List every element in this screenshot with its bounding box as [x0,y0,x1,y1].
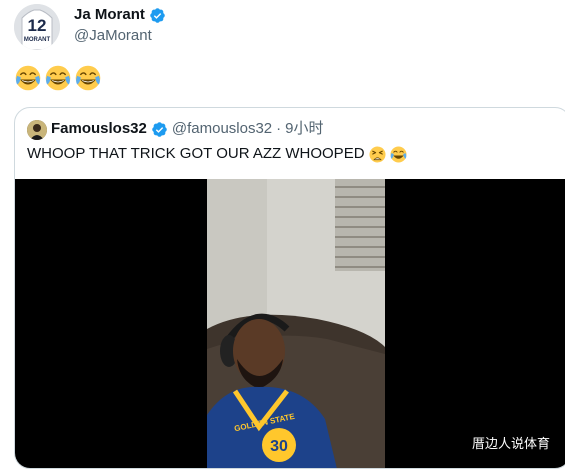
quote-video[interactable]: GOLDEN STATE 30 厝边人说体育 [15,179,565,468]
avatar-jersey-number: 12 [28,16,47,35]
author-name-row[interactable]: Ja Morant [74,5,166,25]
tweet-text [15,65,101,91]
quote-separator: · [276,120,282,137]
jersey-number: 30 [270,438,288,455]
face-with-tears-of-joy-icon [45,65,71,91]
face-with-tears-of-joy-icon [390,145,407,163]
quote-author-avatar[interactable] [27,120,47,140]
quote-author-name[interactable]: Famouslos32 [51,119,147,139]
quote-avatar-image [27,120,47,140]
video-still-image: GOLDEN STATE 30 [207,179,385,468]
quote-timestamp[interactable]: 9小时 [285,119,323,139]
watermark-text: 厝边人说体育 [471,437,550,452]
quote-text-body: WHOOP THAT TRICK GOT OUR AZZ WHOOPED [27,145,365,162]
video-frame[interactable]: GOLDEN STATE 30 [207,179,385,468]
verified-badge-icon [151,121,168,138]
face-with-tears-of-joy-icon [15,65,41,91]
quote-header: Famouslos32 @famouslos32 · 9小时 [51,119,324,139]
tweet-card[interactable]: 12 MORANT Ja Morant @JaMorant Famouslos3… [0,0,565,469]
face-with-tears-of-joy-icon [75,65,101,91]
author-name[interactable]: Ja Morant [74,5,145,25]
quoted-tweet[interactable]: Famouslos32 @famouslos32 · 9小时 WHOOP THA… [14,107,565,469]
tired-face-icon [369,145,386,163]
quote-text: WHOOP THAT TRICK GOT OUR AZZ WHOOPED [27,144,407,164]
author-handle[interactable]: @JaMorant [74,26,152,46]
quote-author-handle[interactable]: @famouslos32 [172,119,272,139]
author-avatar[interactable]: 12 MORANT [14,4,60,50]
avatar-jersey-name: MORANT [24,37,51,43]
verified-badge-icon [149,7,166,24]
jersey-avatar-image: 12 MORANT [14,4,60,50]
